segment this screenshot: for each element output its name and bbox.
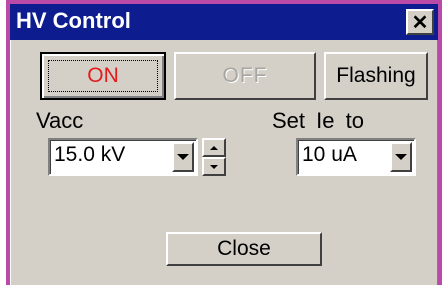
spin-down-icon [210,164,218,169]
vacc-select[interactable]: 15.0 kV [48,138,198,176]
window-title: HV Control [16,8,131,33]
on-button-label: ON [87,64,119,87]
flashing-button[interactable]: Flashing [324,52,428,100]
close-button-label: Close [217,237,271,260]
off-button-label: OFF [222,64,268,87]
emission-dropdown-arrow[interactable] [390,142,412,172]
hv-control-window: HV Control ✕ ON OFF Flashing Vacc Set Ie… [6,0,442,285]
title-bar[interactable]: HV Control ✕ [10,4,438,40]
off-button[interactable]: OFF [174,52,316,100]
vacc-dropdown-arrow[interactable] [172,142,194,172]
emission-value: 10 uA [302,143,357,166]
emission-select[interactable]: 10 uA [296,138,416,176]
spin-up-icon [210,145,218,150]
spin-down-button[interactable] [202,157,226,176]
flashing-button-label: Flashing [336,64,416,87]
vacc-value: 15.0 kV [54,143,126,166]
chevron-down-icon [177,154,189,160]
chevron-down-icon [395,154,407,160]
spin-up-button[interactable] [202,138,226,157]
close-button[interactable]: Close [166,232,322,266]
on-button[interactable]: ON [40,52,166,100]
emission-label: Set Ie to [272,108,364,133]
close-icon[interactable]: ✕ [406,9,434,35]
vacc-label: Vacc [36,108,84,133]
